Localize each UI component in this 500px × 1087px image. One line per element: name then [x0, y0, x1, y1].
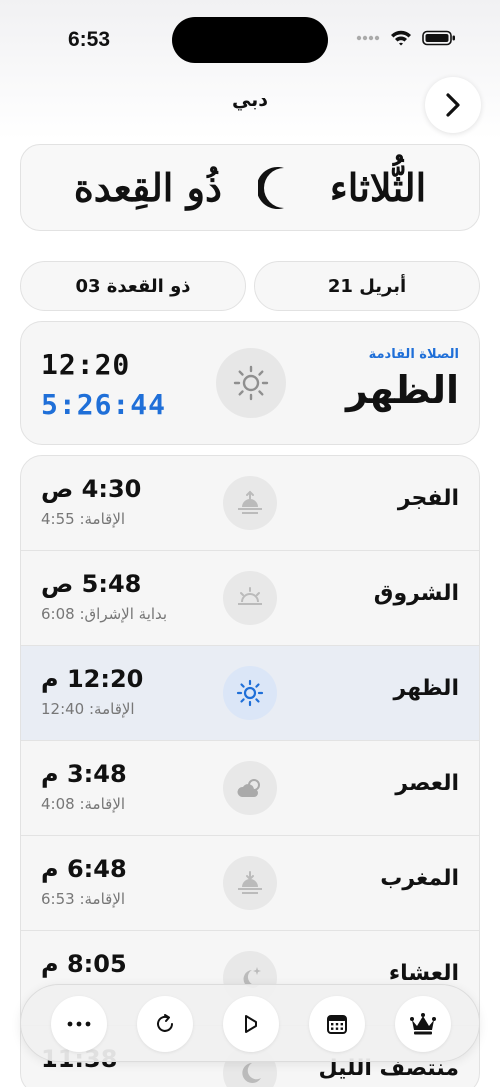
sunrise-horizon-icon — [238, 587, 262, 605]
prayer-name: الشروق — [373, 581, 459, 606]
crown-icon — [410, 1013, 436, 1035]
prayer-name: العصر — [395, 771, 459, 796]
prayer-icon-circle — [223, 476, 277, 530]
wifi-icon — [391, 30, 411, 46]
battery-icon — [422, 30, 455, 46]
prayer-name: الظهر — [393, 676, 459, 701]
calendar-icon — [327, 1015, 347, 1034]
prayer-icon-circle — [223, 761, 277, 815]
sunrise-icon — [238, 490, 262, 514]
dynamic-island — [172, 17, 328, 63]
next-prayer-card[interactable]: الصلاة القادمة الظهر 12:20 5:26:44 — [20, 321, 480, 445]
prayer-icon-circle — [223, 571, 277, 625]
sun-icon — [233, 365, 269, 401]
calendar-button[interactable] — [309, 996, 365, 1052]
refresh-icon — [157, 1014, 173, 1032]
refresh-button[interactable] — [137, 996, 193, 1052]
crescent-moon-icon — [257, 166, 284, 209]
hijri-date-pill[interactable]: 03 ذو القعدة — [20, 261, 246, 311]
next-prayer-icon-circle — [216, 348, 286, 418]
moon-icon — [242, 1063, 261, 1083]
prayer-iqama: الإقامة: 4:55 — [41, 510, 126, 528]
prayer-iqama: الإقامة: 6:53 — [41, 890, 126, 908]
audio-button[interactable] — [223, 996, 279, 1052]
prayer-time: 6:48 م — [41, 855, 127, 883]
status-icons — [356, 30, 456, 46]
prayer-time: 4:30 ص — [41, 475, 142, 503]
prayer-iqama: الإقامة: 4:08 — [41, 795, 126, 813]
prayer-time: 12:20 م — [41, 665, 144, 693]
prayer-icon-circle — [223, 666, 277, 720]
premium-button[interactable] — [395, 996, 451, 1052]
hijri-calligraphy-card: الثُّلاثاء ذُو القِعدة — [20, 144, 480, 231]
prayer-time: 3:48 م — [41, 760, 127, 788]
prayer-row-dhuhr[interactable]: الظهر 12:20 م الإقامة: 12:40 — [21, 646, 479, 741]
prayer-name: المغرب — [380, 866, 459, 891]
bottom-toolbar — [20, 984, 480, 1062]
prayer-row-fajr[interactable]: الفجر 4:30 ص الإقامة: 4:55 — [21, 456, 479, 551]
prayer-iqama: بداية الإشراق: 6:08 — [41, 605, 168, 623]
prayer-row-shuruq[interactable]: الشروق 5:48 ص بداية الإشراق: 6:08 — [21, 551, 479, 646]
prayer-row-maghrib[interactable]: المغرب 6:48 م الإقامة: 6:53 — [21, 836, 479, 931]
next-prayer-time: 12:20 — [41, 348, 131, 381]
next-prayer-label: الصلاة القادمة — [368, 347, 459, 362]
back-button[interactable] — [425, 77, 481, 133]
hijri-date-label: 03 ذو القعدة — [75, 275, 191, 297]
signal-icon — [356, 35, 380, 41]
gregorian-date-pill[interactable]: 21 أبريل — [254, 261, 480, 311]
prayer-name: العشاء — [388, 961, 459, 986]
prayer-row-asr[interactable]: العصر 3:48 م الإقامة: 4:08 — [21, 741, 479, 836]
next-prayer-countdown: 5:26:44 — [41, 388, 167, 421]
prayer-name: الفجر — [397, 486, 459, 511]
sunset-icon — [238, 871, 262, 894]
prayer-time: 8:05 م — [41, 950, 127, 978]
prayer-icon-circle — [223, 856, 277, 910]
prayer-iqama: الإقامة: 12:40 — [41, 700, 135, 718]
sun-icon — [236, 679, 264, 707]
next-prayer-name: الظهر — [345, 368, 459, 412]
month-calligraphy: ذُو القِعدة — [73, 165, 222, 210]
gregorian-date-label: 21 أبريل — [327, 275, 407, 297]
cloud-sun-icon — [237, 779, 260, 797]
status-time: 6:53 — [68, 28, 111, 51]
more-button[interactable] — [51, 996, 107, 1052]
chevron-right-icon — [446, 93, 460, 117]
speaker-icon — [245, 1015, 257, 1033]
prayer-time: 5:48 ص — [41, 570, 142, 598]
more-icon — [67, 1021, 91, 1027]
day-calligraphy: الثُّلاثاء — [329, 165, 427, 210]
